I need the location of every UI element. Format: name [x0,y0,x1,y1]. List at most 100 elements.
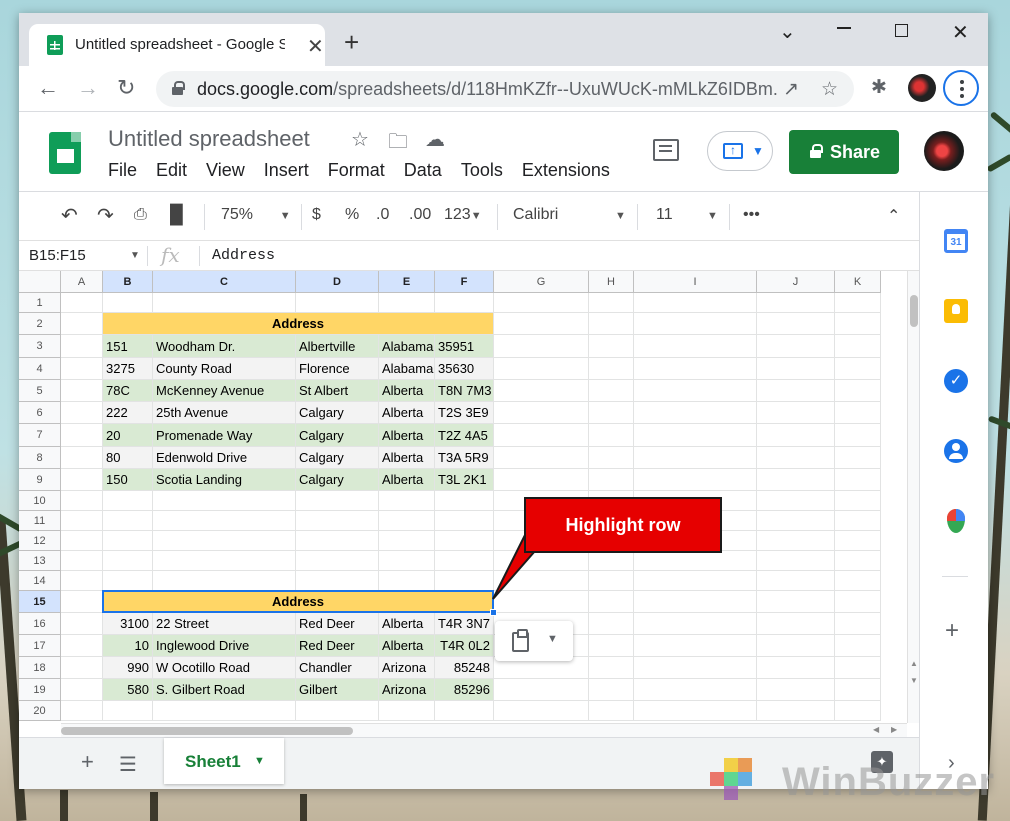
get-addons-icon[interactable]: + [945,617,959,645]
menu-format[interactable]: Format [328,160,385,181]
cell[interactable] [61,402,103,424]
data-cell[interactable]: 10 [103,635,153,657]
row-header-11[interactable]: 11 [19,511,61,531]
data-cell[interactable]: Alberta [379,613,435,635]
data-cell[interactable]: Edenwold Drive [153,447,296,469]
cell[interactable] [835,424,881,447]
data-cell[interactable]: T8N 7M3 [435,380,494,402]
cell[interactable] [103,293,153,313]
column-header-c[interactable]: C [153,271,296,293]
cell[interactable] [296,701,379,721]
cell[interactable] [757,635,835,657]
select-all-corner[interactable] [19,271,61,293]
move-folder-icon[interactable]: 🗀 [388,127,408,161]
cell[interactable] [757,613,835,635]
formula-input[interactable]: Address [212,247,275,264]
row-header-4[interactable]: 4 [19,358,61,380]
cell[interactable] [103,531,153,551]
row-header-12[interactable]: 12 [19,531,61,551]
data-cell[interactable]: 20 [103,424,153,447]
cell[interactable] [296,571,379,591]
minimize-button[interactable] [837,27,851,29]
cell[interactable] [103,551,153,571]
cell[interactable] [835,511,881,531]
cell[interactable] [435,571,494,591]
data-cell[interactable]: 85248 [435,657,494,679]
bookmark-star-icon[interactable]: ☆ [821,78,838,101]
cell[interactable] [835,613,881,635]
data-cell[interactable]: 78C [103,380,153,402]
browser-menu-button[interactable] [943,70,979,106]
cell[interactable] [379,491,435,511]
scroll-up-icon[interactable]: ▲ [910,659,918,668]
cell[interactable] [835,491,881,511]
more-options-button[interactable]: ••• [743,206,760,224]
data-cell[interactable]: Promenade Way [153,424,296,447]
row-header-6[interactable]: 6 [19,402,61,424]
column-header-i[interactable]: I [634,271,757,293]
cell[interactable] [835,313,881,335]
cell[interactable] [296,491,379,511]
cell[interactable] [589,358,634,380]
cell[interactable] [634,591,757,613]
cell[interactable] [153,511,296,531]
data-cell[interactable]: 580 [103,679,153,701]
cell[interactable] [589,313,634,335]
data-cell[interactable]: Chandler [296,657,379,679]
column-header-b[interactable]: B [103,271,153,293]
row-header-20[interactable]: 20 [19,701,61,721]
row-header-9[interactable]: 9 [19,469,61,491]
cell[interactable] [757,424,835,447]
menu-tools[interactable]: Tools [461,160,503,181]
add-sheet-icon[interactable]: + [81,749,94,775]
cell[interactable] [494,402,589,424]
cell[interactable] [835,657,881,679]
cell[interactable] [757,293,835,313]
cell[interactable] [757,679,835,701]
row-header-14[interactable]: 14 [19,571,61,591]
cell[interactable] [61,424,103,447]
cell[interactable] [835,469,881,491]
cell[interactable] [61,613,103,635]
cell[interactable] [835,591,881,613]
chevron-down-icon[interactable]: ▼ [130,250,140,261]
data-cell[interactable]: McKenney Avenue [153,380,296,402]
cell[interactable] [61,469,103,491]
tab-search-icon[interactable]: ⌄ [779,19,796,44]
cell[interactable] [835,701,881,721]
cell[interactable] [61,679,103,701]
keep-icon[interactable] [944,299,968,323]
scroll-thumb[interactable] [61,727,353,735]
cell[interactable] [103,491,153,511]
scroll-left-icon[interactable]: ◀ [873,725,879,734]
data-cell[interactable]: Arizona [379,679,435,701]
cell[interactable] [494,424,589,447]
cell[interactable] [757,313,835,335]
cell[interactable] [589,679,634,701]
cell[interactable] [103,511,153,531]
cell[interactable] [757,358,835,380]
data-cell[interactable]: 222 [103,402,153,424]
cell[interactable] [634,380,757,402]
cell[interactable] [296,293,379,313]
row-header-10[interactable]: 10 [19,491,61,511]
cell[interactable] [61,313,103,335]
data-cell[interactable]: T3L 2K1 [435,469,494,491]
column-header-g[interactable]: G [494,271,589,293]
cell[interactable] [757,551,835,571]
cell[interactable] [835,531,881,551]
data-cell[interactable]: 3275 [103,358,153,380]
redo-icon[interactable]: ↷ [97,203,114,228]
data-cell[interactable]: Calgary [296,402,379,424]
cell[interactable] [61,380,103,402]
cell[interactable] [494,447,589,469]
cell[interactable] [61,511,103,531]
cell[interactable] [494,313,589,335]
cell[interactable] [634,551,757,571]
cell[interactable] [757,531,835,551]
cell[interactable] [835,571,881,591]
print-icon[interactable]: ⎙ [134,206,147,224]
data-cell[interactable]: 25th Avenue [153,402,296,424]
cell[interactable] [153,571,296,591]
sheet-tab-sheet1[interactable]: Sheet1 ▼ [164,738,284,784]
